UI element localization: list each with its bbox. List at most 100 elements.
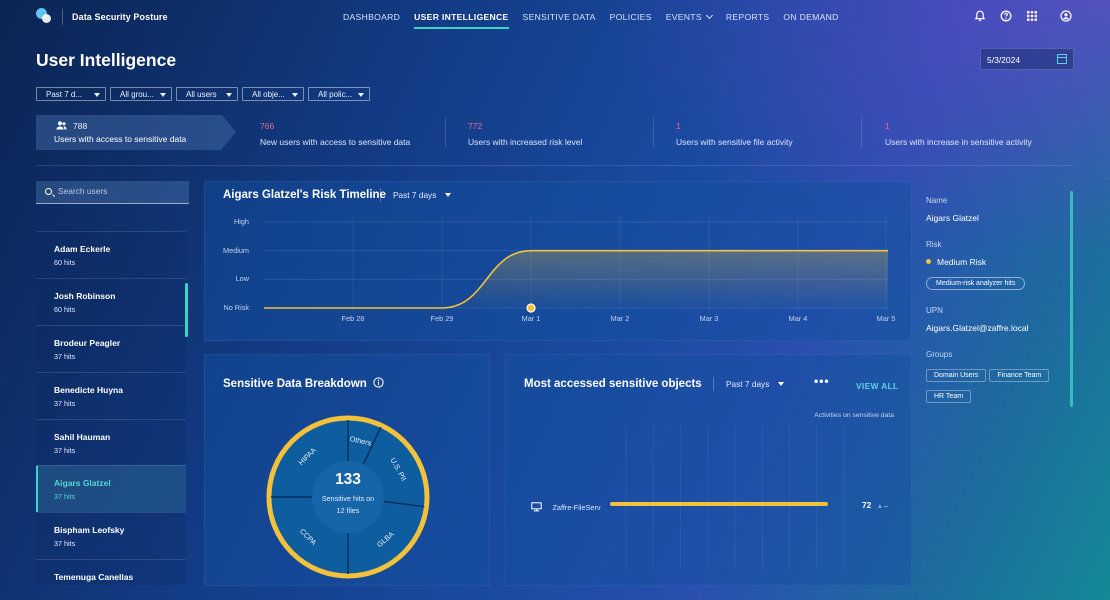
group-tag[interactable]: Domain Users: [926, 369, 987, 382]
nav-events-label: EVENTS: [665, 12, 702, 22]
stat-card-file-activity[interactable]: 1 Users with sensitive file activity: [676, 121, 793, 147]
user-hits: 60 hits: [54, 304, 76, 314]
risk-timeline-chart: [264, 216, 888, 313]
section-divider: [36, 165, 1074, 166]
detail-upn-label: UPN: [926, 306, 943, 315]
donut-center-line1: Sensitive hits on: [321, 494, 375, 503]
group-tags: Domain Users Finance Team HR Team: [926, 364, 1066, 406]
main-nav: DASHBOARD USER INTELLIGENCE SENSITIVE DA…: [343, 11, 839, 29]
stat-card-increase-activity[interactable]: 1 Users with increase in sensitive activ…: [885, 121, 1032, 147]
user-list-item-selected[interactable]: Aigars Glatzel 37 hits: [36, 465, 186, 513]
filter-users[interactable]: All users: [176, 87, 238, 101]
nav-user-intelligence[interactable]: USER INTELLIGENCE: [414, 12, 509, 29]
stat-divider: [653, 118, 654, 148]
caret-down-icon: [94, 93, 100, 97]
stat-label: Users with increase in sensitive activit…: [885, 137, 1032, 147]
sensitive-data-breakdown-panel: Sensitive Data Breakdown Others U.S. PII G…: [204, 354, 490, 586]
users-icon: [56, 121, 67, 130]
nav-reports[interactable]: REPORTS: [726, 12, 770, 22]
most-accessed-objects-panel: Most accessed sensitive objects Past 7 d…: [505, 354, 912, 586]
user-list-item[interactable]: Josh Robinson 60 hits: [36, 277, 186, 325]
donut-center-value: 133: [335, 471, 361, 488]
stat-value: 772: [468, 121, 483, 131]
brand-divider: [62, 9, 63, 25]
calendar-icon[interactable]: [1057, 54, 1067, 64]
object-value: 72: [862, 500, 872, 510]
user-hits: 60 hits: [54, 258, 76, 267]
stat-card-users-access[interactable]: 788 Users with access to sensitive data: [36, 115, 236, 150]
stat-value: 788: [73, 121, 88, 131]
donut-center-line2: 12 files: [336, 506, 360, 515]
user-name: Bispham Leofsky: [54, 525, 125, 536]
filter-time-range[interactable]: Past 7 d...: [36, 87, 106, 101]
filter-objects[interactable]: All obje...: [242, 87, 304, 101]
user-list-item[interactable]: Sahil Hauman 37 hits: [36, 418, 186, 466]
apps-grid-icon[interactable]: [1026, 10, 1038, 22]
filter-policies-label: All polic...: [318, 90, 353, 99]
search-icon: [45, 188, 52, 195]
user-account-icon[interactable]: [1060, 10, 1072, 22]
stat-divider: [861, 118, 862, 148]
app-logo-icon[interactable]: [36, 8, 52, 24]
stat-label: Users with increased risk level: [468, 137, 583, 147]
user-list-item[interactable]: Brodeur Peagler 37 hits: [36, 324, 186, 372]
user-list-item[interactable]: Temenuga Canellas: [36, 559, 186, 585]
nav-policies[interactable]: POLICIES: [610, 12, 652, 22]
object-trend: ▴ –: [878, 501, 889, 510]
donut-center: 133 Sensitive hits on 12 files: [305, 471, 391, 515]
date-value: 5/3/2024: [987, 55, 1021, 65]
risk-timeline-panel: Aigars Glatzel's Risk Timeline Past 7 da…: [204, 181, 912, 341]
help-icon[interactable]: [1000, 10, 1012, 22]
stat-label: Users with sensitive file activity: [676, 137, 793, 147]
caret-down-icon: [226, 93, 232, 97]
top-navigation-bar: Data Security Posture DASHBOARD USER INT…: [0, 0, 1110, 34]
object-trend-value: –: [883, 501, 889, 510]
top-icons: [974, 10, 1072, 22]
user-name: Benedicte Huyna: [54, 384, 123, 395]
group-tag[interactable]: HR Team: [926, 390, 972, 403]
stat-divider: [445, 118, 446, 148]
filter-groups[interactable]: All grou...: [110, 87, 172, 101]
detail-name-label: Name: [926, 196, 948, 205]
timeline-marker-point: [526, 303, 536, 313]
detail-upn-value: Aigars.Glatzel@zaffre.local: [926, 323, 1029, 333]
user-list-item[interactable]: Adam Eckerle 60 hits: [36, 231, 186, 278]
nav-on-demand[interactable]: ON DEMAND: [783, 12, 838, 22]
user-name: Temenuga Canellas: [54, 572, 134, 583]
user-name: Adam Eckerle: [54, 244, 111, 254]
caret-down-icon: [160, 93, 166, 97]
date-picker[interactable]: 5/3/2024: [980, 48, 1074, 70]
objects-bar-chart: [610, 425, 845, 570]
stat-card-new-users[interactable]: 766 New users with access to sensitive d…: [260, 121, 410, 147]
user-name: Josh Robinson: [54, 290, 116, 301]
bell-icon[interactable]: [974, 10, 986, 22]
search-box: [36, 181, 189, 204]
stat-card-increased-risk[interactable]: 772 Users with increased risk level: [468, 121, 582, 147]
group-tag[interactable]: Finance Team: [989, 369, 1050, 382]
stat-label: Users with access to sensitive data: [54, 134, 187, 144]
user-name: Sahil Hauman: [54, 431, 111, 442]
chevron-down-icon: [705, 11, 713, 20]
nav-dashboard[interactable]: DASHBOARD: [343, 12, 400, 22]
user-details-panel: Name Aigars Glatzel Risk Medium Risk Med…: [926, 196, 1066, 406]
user-name: Brodeur Peagler: [54, 337, 121, 348]
nav-events[interactable]: EVENTS: [665, 11, 713, 22]
detail-groups-label: Groups: [926, 350, 953, 359]
stat-value: 1: [885, 121, 890, 131]
nav-sensitive-data[interactable]: SENSITIVE DATA: [523, 12, 596, 22]
detail-risk-text: Medium Risk: [937, 257, 987, 267]
user-list-item[interactable]: Bispham Leofsky 37 hits: [36, 512, 186, 559]
user-hits: 37 hits: [54, 492, 76, 502]
object-row[interactable]: Zaffre-FileServ: [531, 499, 601, 517]
user-list-item[interactable]: Benedicte Huyna 37 hits: [36, 371, 186, 419]
details-scrollbar[interactable]: [1070, 191, 1073, 407]
filter-objects-label: All obje...: [252, 90, 285, 99]
app-title: Data Security Posture: [72, 12, 168, 22]
user-hits: 37 hits: [54, 539, 76, 549]
risk-reason-pill[interactable]: Medium-risk analyzer hits: [926, 277, 1026, 290]
caret-down-icon: [358, 93, 364, 97]
search-input[interactable]: [58, 186, 178, 196]
risk-status-dot: [926, 259, 931, 264]
filter-policies[interactable]: All polic...: [308, 87, 370, 101]
user-list-scrollbar[interactable]: [185, 283, 188, 337]
